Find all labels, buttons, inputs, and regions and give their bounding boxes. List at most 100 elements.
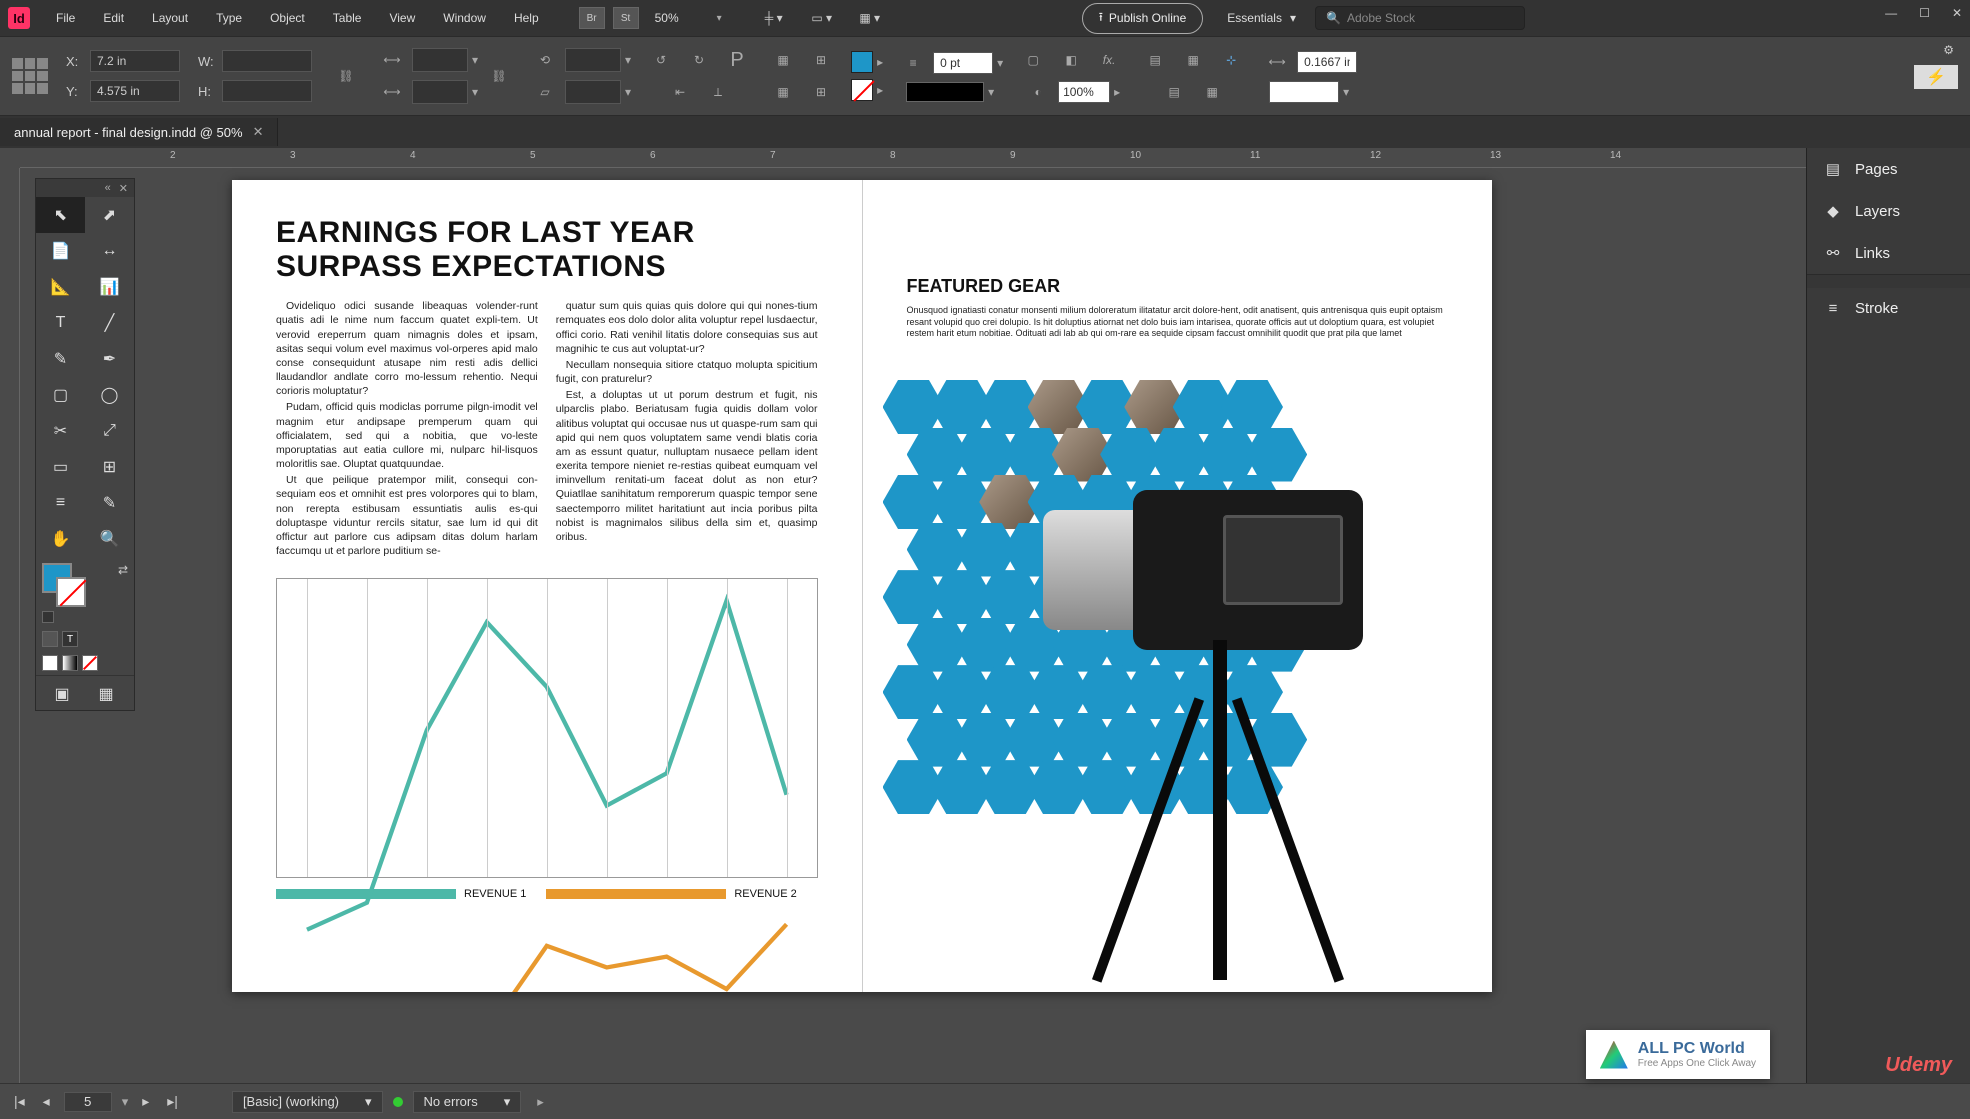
tool-button-8[interactable]: ✎ bbox=[36, 341, 85, 377]
document-spread[interactable]: EARNINGS FOR LAST YEAR SURPASS EXPECTATI… bbox=[232, 180, 1492, 992]
corner-options-icon[interactable]: ▢ bbox=[1020, 47, 1046, 73]
end-swatch[interactable] bbox=[1269, 81, 1339, 103]
select-next-icon[interactable]: ⊞ bbox=[808, 79, 834, 105]
text-wrap-jump-icon[interactable]: ▦ bbox=[1199, 79, 1225, 105]
para-icon[interactable]: P bbox=[724, 47, 750, 73]
swap-icon[interactable]: ⇄ bbox=[118, 563, 128, 577]
errors-dropdown[interactable]: No errors▾ bbox=[413, 1091, 522, 1113]
normal-view-icon[interactable]: ▣ bbox=[42, 682, 82, 706]
tool-button-2[interactable]: 📄 bbox=[36, 233, 85, 269]
fill-stroke-swatch[interactable] bbox=[42, 563, 86, 607]
menu-window[interactable]: Window bbox=[431, 5, 498, 31]
close-icon[interactable]: ✕ bbox=[1952, 6, 1962, 20]
kern-input[interactable] bbox=[1297, 51, 1357, 73]
stroke-color-icon[interactable] bbox=[56, 577, 86, 607]
y-input[interactable] bbox=[90, 80, 180, 102]
rotate-ccw-icon[interactable]: ↺ bbox=[648, 47, 674, 73]
fx-icon[interactable]: fx. bbox=[1096, 47, 1122, 73]
tool-button-14[interactable]: ▭ bbox=[36, 449, 85, 485]
tool-button-16[interactable]: ≡ bbox=[36, 485, 85, 521]
screen-mode-icon[interactable]: ▭ ▾ bbox=[804, 7, 840, 29]
stock-search-input[interactable]: 🔍 Adobe Stock bbox=[1315, 6, 1525, 30]
close-icon[interactable]: ✕ bbox=[119, 182, 128, 195]
tool-button-15[interactable]: ⊞ bbox=[85, 449, 134, 485]
tool-button-0[interactable]: ⬉ bbox=[36, 197, 85, 233]
chevron-down-icon[interactable]: ▾ bbox=[472, 53, 478, 67]
default-colors-icon[interactable] bbox=[42, 611, 54, 623]
view-options-icon[interactable]: ╪ ▾ bbox=[756, 7, 792, 29]
formatting-text-icon[interactable]: T bbox=[62, 631, 78, 647]
tool-button-6[interactable]: T bbox=[36, 305, 85, 341]
h-input[interactable] bbox=[222, 80, 312, 102]
last-page-icon[interactable]: ▸| bbox=[163, 1093, 182, 1110]
stroke-style-dropdown[interactable] bbox=[906, 82, 984, 102]
minimize-icon[interactable]: — bbox=[1885, 6, 1897, 20]
first-page-icon[interactable]: |◂ bbox=[10, 1093, 29, 1110]
menu-view[interactable]: View bbox=[377, 5, 427, 31]
prev-page-icon[interactable]: ◂ bbox=[39, 1093, 54, 1110]
align-icon[interactable]: ⊹ bbox=[1218, 47, 1244, 73]
collapse-icon[interactable]: « bbox=[105, 182, 111, 194]
reference-point-icon[interactable] bbox=[12, 58, 48, 94]
stroke-swatch[interactable] bbox=[851, 79, 873, 101]
page-number-input[interactable] bbox=[64, 1092, 112, 1112]
chevron-down-icon[interactable]: ▾ bbox=[1343, 85, 1349, 99]
rotate-cw-icon[interactable]: ↻ bbox=[686, 47, 712, 73]
chevron-right-icon[interactable]: ▸ bbox=[537, 1094, 544, 1110]
tool-button-11[interactable]: ◯ bbox=[85, 377, 134, 413]
stroke-weight-input[interactable] bbox=[933, 52, 993, 74]
tool-button-19[interactable]: 🔍 bbox=[85, 521, 134, 557]
document-tab[interactable]: annual report - final design.indd @ 50% … bbox=[0, 118, 278, 146]
chevron-down-icon[interactable]: ▾ bbox=[988, 85, 994, 99]
tool-button-9[interactable]: ✒ bbox=[85, 341, 134, 377]
quick-apply-icon[interactable]: ⚡ bbox=[1914, 65, 1958, 89]
scale-y-input[interactable] bbox=[412, 80, 468, 104]
drop-shadow-icon[interactable]: ◧ bbox=[1058, 47, 1084, 73]
bridge-button[interactable]: Br bbox=[579, 7, 605, 29]
constrain-icon[interactable]: ⛓ bbox=[333, 63, 359, 89]
tool-button-17[interactable]: ✎ bbox=[85, 485, 134, 521]
tool-button-12[interactable]: ✂ bbox=[36, 413, 85, 449]
menu-help[interactable]: Help bbox=[502, 5, 551, 31]
menu-layout[interactable]: Layout bbox=[140, 5, 200, 31]
chevron-down-icon[interactable]: ▾ bbox=[472, 85, 478, 99]
chevron-down-icon[interactable]: ▾ bbox=[997, 56, 1003, 70]
select-container-icon[interactable]: ▦ bbox=[770, 47, 796, 73]
panel-layers[interactable]: ◆Layers bbox=[1807, 190, 1970, 232]
menu-object[interactable]: Object bbox=[258, 5, 317, 31]
flip-v-icon[interactable]: ⟂ bbox=[705, 79, 731, 105]
panel-stroke[interactable]: ≡Stroke bbox=[1807, 288, 1970, 329]
text-wrap-none-icon[interactable]: ▤ bbox=[1142, 47, 1168, 73]
publish-online-button[interactable]: ⭱ Publish Online bbox=[1082, 3, 1204, 34]
chevron-right-icon[interactable]: ▸ bbox=[877, 83, 883, 97]
menu-table[interactable]: Table bbox=[321, 5, 374, 31]
fill-swatch[interactable] bbox=[851, 51, 873, 73]
constrain-scale-icon[interactable]: ⛓ bbox=[486, 63, 512, 89]
apply-gradient-icon[interactable] bbox=[62, 655, 78, 671]
menu-file[interactable]: File bbox=[44, 5, 87, 31]
menu-edit[interactable]: Edit bbox=[91, 5, 136, 31]
text-wrap-shape-icon[interactable]: ▤ bbox=[1161, 79, 1187, 105]
tool-button-13[interactable]: ⤢ bbox=[85, 413, 134, 449]
next-page-icon[interactable]: ▸ bbox=[138, 1093, 153, 1110]
flip-h-icon[interactable]: ⇤ bbox=[667, 79, 693, 105]
scale-x-input[interactable] bbox=[412, 48, 468, 72]
gear-icon[interactable]: ⚙ bbox=[1943, 43, 1954, 57]
shear-input[interactable] bbox=[565, 80, 621, 104]
chevron-down-icon[interactable]: ▾ bbox=[625, 85, 631, 99]
tool-button-10[interactable]: ▢ bbox=[36, 377, 85, 413]
opacity-input[interactable] bbox=[1058, 81, 1110, 103]
select-prev-icon[interactable]: ▦ bbox=[770, 79, 796, 105]
apply-none-icon[interactable] bbox=[82, 655, 98, 671]
close-icon[interactable]: ✕ bbox=[253, 124, 264, 140]
tool-button-1[interactable]: ⬈ bbox=[85, 197, 134, 233]
tool-button-18[interactable]: ✋ bbox=[36, 521, 85, 557]
select-content-icon[interactable]: ⊞ bbox=[808, 47, 834, 73]
w-input[interactable] bbox=[222, 50, 312, 72]
x-input[interactable] bbox=[90, 50, 180, 72]
text-wrap-bound-icon[interactable]: ▦ bbox=[1180, 47, 1206, 73]
chevron-right-icon[interactable]: ▸ bbox=[1114, 85, 1120, 99]
tool-button-7[interactable]: ╱ bbox=[85, 305, 134, 341]
tool-button-5[interactable]: 📊 bbox=[85, 269, 134, 305]
chevron-right-icon[interactable]: ▸ bbox=[877, 55, 883, 69]
